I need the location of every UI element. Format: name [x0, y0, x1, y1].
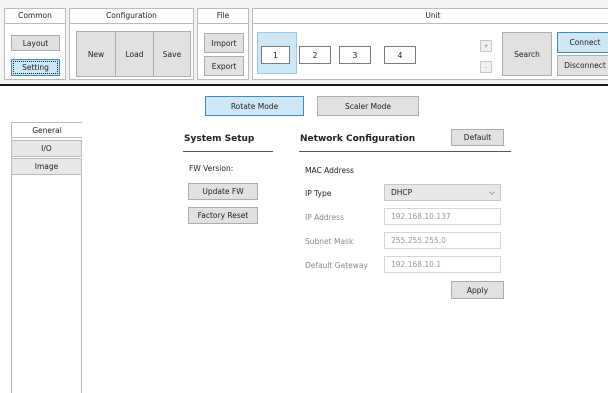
- ip-type-value: DHCP: [391, 188, 413, 197]
- scaler-mode-button[interactable]: Scaler Mode: [317, 96, 419, 116]
- connect-button[interactable]: Connect: [557, 32, 608, 53]
- apply-button[interactable]: Apply: [451, 281, 504, 299]
- toolbar: Common Layout Setting Configuration New …: [0, 0, 608, 86]
- save-button[interactable]: Save: [153, 32, 190, 76]
- disconnect-button[interactable]: Disconnect: [557, 55, 608, 76]
- mac-address-label: MAC Address: [305, 166, 354, 175]
- export-button[interactable]: Export: [204, 56, 244, 76]
- system-setup-underline: [183, 151, 273, 152]
- ip-type-select[interactable]: DHCP: [384, 184, 501, 201]
- common-group-header: Common: [5, 9, 65, 24]
- unit-3-button[interactable]: 3: [339, 46, 371, 64]
- network-config-title: Network Configuration: [300, 134, 416, 144]
- search-button[interactable]: Search: [502, 32, 552, 76]
- remove-unit-button[interactable]: -: [480, 61, 492, 73]
- subnet-mask-field[interactable]: 255.255.255.0: [384, 232, 501, 249]
- common-group: Common Layout Setting: [4, 8, 66, 80]
- unit-group: Unit 1 2 3 4 + - Search Connect Disconne…: [252, 8, 608, 80]
- ip-address-field[interactable]: 192.168.10.137: [384, 208, 501, 225]
- import-button[interactable]: Import: [204, 33, 244, 53]
- factory-reset-button[interactable]: Factory Reset: [188, 207, 258, 224]
- layout-button[interactable]: Layout: [11, 35, 60, 51]
- load-button[interactable]: Load: [115, 32, 153, 76]
- ip-type-label: IP Type: [305, 189, 332, 198]
- default-gateway-field[interactable]: 192.168.10.1: [384, 256, 501, 273]
- unit-group-header: Unit: [253, 9, 608, 24]
- default-gateway-label: Default Gateway: [305, 261, 368, 270]
- configuration-group: Configuration New Load Save: [69, 8, 194, 80]
- unit-2-button[interactable]: 2: [299, 46, 331, 64]
- tab-panel-divider: [81, 158, 82, 393]
- fw-version-label: FW Version:: [189, 164, 234, 173]
- setting-button[interactable]: Setting: [11, 59, 60, 76]
- subnet-mask-label: Subnet Mask: [305, 237, 354, 246]
- network-config-underline: [299, 151, 511, 152]
- new-button[interactable]: New: [77, 32, 115, 76]
- unit-1-button[interactable]: 1: [261, 46, 290, 64]
- tab-io[interactable]: I/O: [11, 140, 82, 157]
- tab-general[interactable]: General: [11, 122, 82, 138]
- file-group-header: File: [198, 9, 248, 24]
- update-fw-button[interactable]: Update FW: [188, 183, 258, 200]
- unit-4-button[interactable]: 4: [384, 46, 416, 64]
- default-button[interactable]: Default: [451, 129, 504, 146]
- chevron-down-icon: [489, 189, 495, 198]
- configuration-group-header: Configuration: [70, 9, 193, 24]
- tab-image[interactable]: Image: [11, 158, 82, 175]
- add-unit-button[interactable]: +: [480, 40, 492, 52]
- system-setup-title: System Setup: [184, 134, 255, 144]
- rotate-mode-button[interactable]: Rotate Mode: [205, 96, 304, 116]
- ip-address-label: IP Address: [305, 213, 344, 222]
- file-group: File Import Export: [197, 8, 249, 80]
